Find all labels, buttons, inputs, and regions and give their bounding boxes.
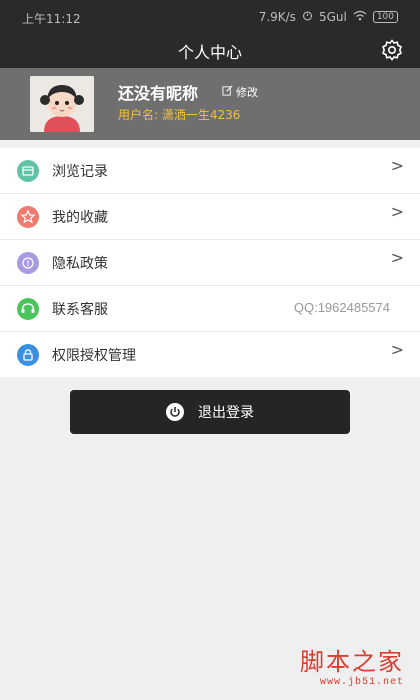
logout-button[interactable]: 退出登录 [70,390,350,434]
wifi-icon [353,10,367,24]
menu-item-customer-service[interactable]: 联系客服 QQ:1962485574 [0,286,420,332]
menu-label: 我的收藏 [52,210,108,226]
menu-item-history[interactable]: 浏览记录 > [0,148,420,194]
status-bar: 上午11:12 7.9K/s 5Gul 100 [0,0,420,32]
edit-icon [222,85,233,99]
history-icon [17,160,39,182]
qq-contact: QQ:1962485574 [293,300,390,315]
edit-profile-button[interactable]: 修改 [222,84,258,100]
nickname: 还没有昵称 [118,84,199,103]
watermark-title: 脚本之家 [300,648,404,676]
alarm-icon [302,10,313,24]
logout-label: 退出登录 [198,405,254,421]
username-value: 潇洒一生4236 [161,108,241,122]
chevron-right-icon: > [390,202,404,221]
watermark-url: www.jb51.net [319,677,404,688]
username-label: 用户名: [118,108,159,122]
service-icon [17,298,39,320]
privacy-icon [17,252,39,274]
watermark: 脚本之家 www.jb51.net [300,642,404,688]
edit-label: 修改 [236,86,258,99]
power-icon [166,403,184,421]
menu-label: 联系客服 [52,302,108,318]
chevron-right-icon: > [390,248,404,267]
network-speed: 7.9K/s [258,10,296,24]
username: 用户名: 潇洒一生4236 [118,106,240,123]
menu-list: 浏览记录 > 我的收藏 > 隐私政策 > 联系客服 QQ:1962485574 … [0,148,420,377]
star-icon [17,206,39,228]
menu-label: 权限授权管理 [52,348,136,364]
status-time: 上午11:12 [22,12,81,26]
status-indicators: 7.9K/s 5Gul 100 [259,10,398,24]
menu-label: 浏览记录 [52,164,108,180]
battery-icon: 100 [372,11,398,23]
menu-item-favorites[interactable]: 我的收藏 > [0,194,420,240]
avatar[interactable] [30,76,94,132]
gear-icon[interactable] [380,38,404,62]
menu-item-permissions[interactable]: 权限授权管理 > [0,332,420,377]
chevron-right-icon: > [390,340,404,359]
menu-item-privacy[interactable]: 隐私政策 > [0,240,420,286]
app-header: 个人中心 [0,32,420,68]
chevron-right-icon: > [390,156,404,175]
lock-icon [17,344,39,366]
menu-label: 隐私政策 [52,256,108,272]
page-title: 个人中心 [177,43,242,62]
signal-text: 5Gul [318,10,347,24]
profile-card: 还没有昵称 修改 用户名: 潇洒一生4236 [0,68,420,140]
